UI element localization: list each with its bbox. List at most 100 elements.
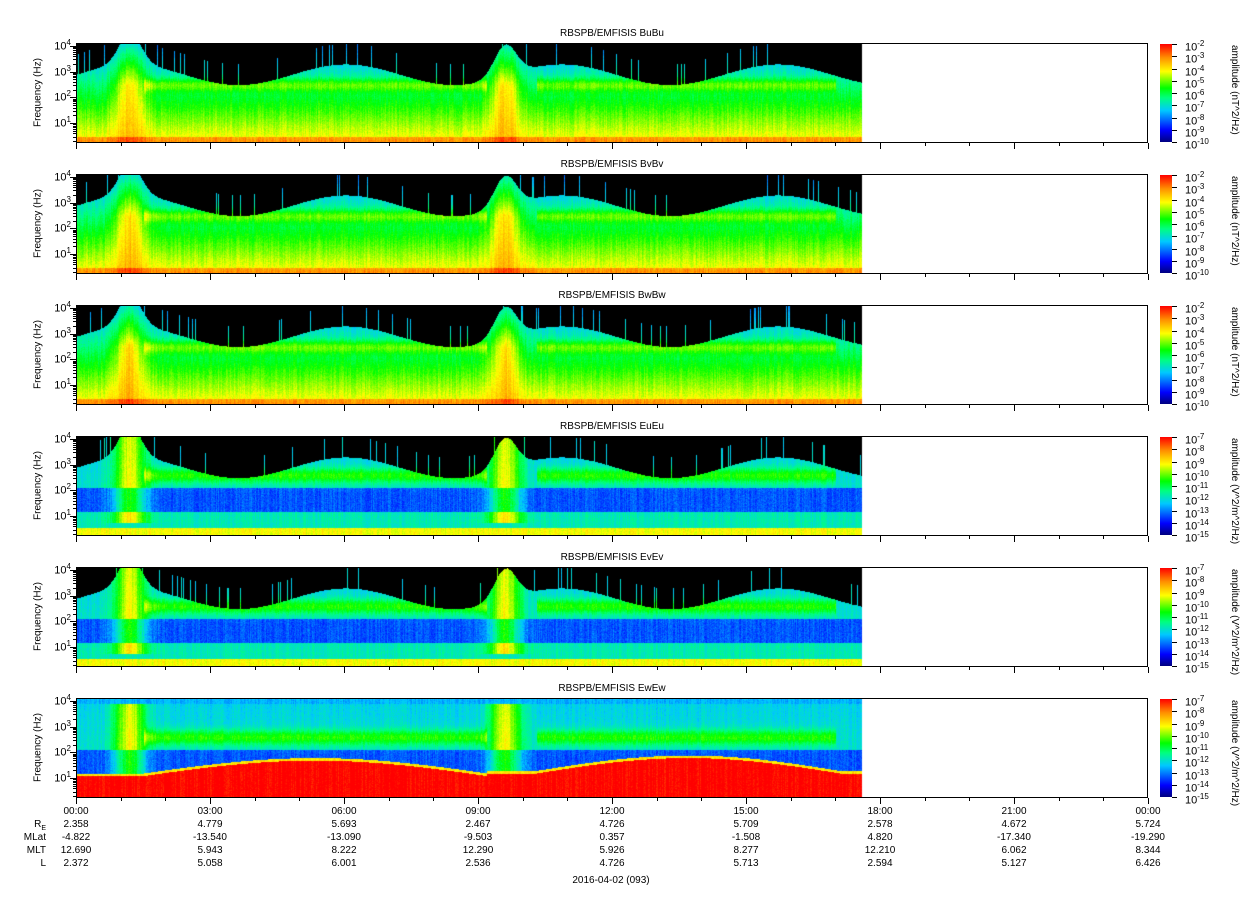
x-minor-tick bbox=[835, 143, 837, 146]
x-major-tick bbox=[210, 405, 211, 411]
x-minor-tick bbox=[969, 274, 971, 277]
colorbar-tick bbox=[1172, 723, 1177, 725]
x-minor-tick bbox=[254, 274, 256, 277]
x-major-tick bbox=[746, 405, 747, 411]
ephemeris-value-mlat: -17.340 bbox=[997, 832, 1031, 843]
ephemeris-value-re: 2.578 bbox=[867, 819, 893, 830]
x-minor-tick bbox=[567, 798, 569, 801]
x-major-tick bbox=[1014, 536, 1015, 542]
x-minor-tick bbox=[433, 405, 435, 408]
x-major-tick bbox=[746, 143, 747, 149]
colorbar-tick bbox=[1172, 592, 1177, 594]
y-axis-label: Frequency (Hz) bbox=[4, 567, 104, 667]
x-axis-date-label: 2016-04-02 (093) bbox=[572, 875, 650, 886]
ephemeris-value-mlat: -1.508 bbox=[731, 832, 761, 843]
colorbar-tick bbox=[1172, 318, 1177, 320]
colorbar bbox=[1160, 699, 1172, 797]
colorbar-tick bbox=[1172, 117, 1177, 119]
colorbar-tick bbox=[1172, 391, 1177, 393]
ephemeris-value-mlt: 12.290 bbox=[462, 845, 494, 856]
colorbar-tick bbox=[1172, 330, 1177, 332]
x-minor-tick bbox=[701, 274, 703, 277]
colorbar-tick-label: 10-10 bbox=[1185, 137, 1209, 152]
x-minor-tick bbox=[567, 143, 569, 146]
x-major-tick bbox=[880, 536, 881, 542]
colorbar-tick bbox=[1172, 510, 1177, 512]
colorbar-tick bbox=[1172, 260, 1177, 262]
colorbar-tick bbox=[1172, 236, 1177, 238]
ephemeris-value-mlt: 6.062 bbox=[1001, 845, 1027, 856]
colorbar-tick bbox=[1172, 449, 1177, 451]
colorbar-tick bbox=[1172, 129, 1177, 131]
x-minor-tick bbox=[1103, 798, 1105, 801]
spectrogram-image bbox=[76, 567, 1148, 667]
colorbar-tick bbox=[1172, 617, 1177, 618]
colorbar bbox=[1160, 568, 1172, 666]
x-minor-tick bbox=[120, 798, 122, 801]
colorbar-tick bbox=[1172, 486, 1177, 487]
x-minor-tick bbox=[790, 143, 792, 146]
colorbar-tick bbox=[1172, 93, 1177, 94]
x-minor-tick bbox=[924, 274, 926, 277]
x-major-tick bbox=[1148, 798, 1149, 804]
spectrogram-image bbox=[76, 305, 1148, 405]
x-major-tick bbox=[746, 274, 747, 280]
spectrogram-image bbox=[76, 43, 1148, 143]
colorbar-tick bbox=[1172, 224, 1177, 225]
x-minor-tick bbox=[790, 405, 792, 408]
x-major-tick bbox=[344, 274, 345, 280]
x-minor-tick bbox=[924, 667, 926, 670]
ephemeris-row-label-l: L bbox=[40, 858, 46, 869]
x-minor-tick bbox=[299, 405, 301, 408]
x-minor-tick bbox=[388, 798, 390, 801]
x-major-tick bbox=[478, 143, 479, 149]
ephemeris-value-mlt: 8.222 bbox=[331, 845, 357, 856]
x-minor-tick bbox=[1103, 667, 1105, 670]
x-major-tick bbox=[344, 798, 345, 804]
colorbar-tick bbox=[1172, 367, 1177, 369]
x-major-tick bbox=[76, 667, 77, 673]
x-minor-tick bbox=[1103, 405, 1105, 408]
x-major-tick bbox=[612, 405, 613, 411]
x-major-tick bbox=[1148, 143, 1149, 149]
x-minor-tick bbox=[1058, 667, 1060, 670]
x-minor-tick bbox=[835, 405, 837, 408]
x-minor-tick bbox=[522, 536, 524, 539]
x-minor-tick bbox=[790, 536, 792, 539]
x-major-tick bbox=[76, 143, 77, 149]
colorbar-label-text: amplitude (nT^2/Hz) bbox=[1229, 45, 1240, 135]
x-minor-tick bbox=[165, 405, 167, 408]
colorbar bbox=[1160, 44, 1172, 142]
x-major-tick bbox=[746, 798, 747, 804]
x-major-tick bbox=[880, 798, 881, 804]
ephemeris-value-re: 5.709 bbox=[733, 819, 759, 830]
x-major-tick bbox=[1148, 536, 1149, 542]
colorbar-tick bbox=[1172, 105, 1177, 107]
x-minor-tick bbox=[1058, 536, 1060, 539]
colorbar-tick bbox=[1172, 522, 1177, 524]
colorbar-tick-label: 10-15 bbox=[1185, 530, 1209, 545]
panel-title: RBSPB/EMFISIS BvBv bbox=[560, 159, 664, 170]
colorbar-label-text: amplitude (nT^2/Hz) bbox=[1229, 307, 1240, 397]
panel-title: RBSPB/EMFISIS EuEu bbox=[560, 421, 664, 432]
x-minor-tick bbox=[254, 405, 256, 408]
colorbar-tick bbox=[1172, 306, 1177, 307]
x-minor-tick bbox=[388, 405, 390, 408]
ephemeris-value-mlt: 5.926 bbox=[599, 845, 625, 856]
y-axis-label-text: Frequency (Hz) bbox=[32, 582, 44, 651]
x-major-tick bbox=[612, 143, 613, 149]
colorbar-tick bbox=[1172, 535, 1177, 536]
ephemeris-row-label-mlt: MLT bbox=[26, 845, 46, 856]
x-minor-tick bbox=[924, 143, 926, 146]
x-major-tick bbox=[1014, 798, 1015, 804]
ephemeris-value-mlat: -19.290 bbox=[1131, 832, 1165, 843]
x-major-tick bbox=[612, 536, 613, 542]
x-major-tick bbox=[1148, 405, 1149, 411]
x-major-tick bbox=[76, 274, 77, 280]
x-major-tick bbox=[76, 798, 77, 804]
x-minor-tick bbox=[790, 274, 792, 277]
x-major-tick bbox=[1014, 143, 1015, 149]
x-minor-tick bbox=[924, 798, 926, 801]
colorbar-tick bbox=[1172, 760, 1177, 762]
x-minor-tick bbox=[433, 536, 435, 539]
